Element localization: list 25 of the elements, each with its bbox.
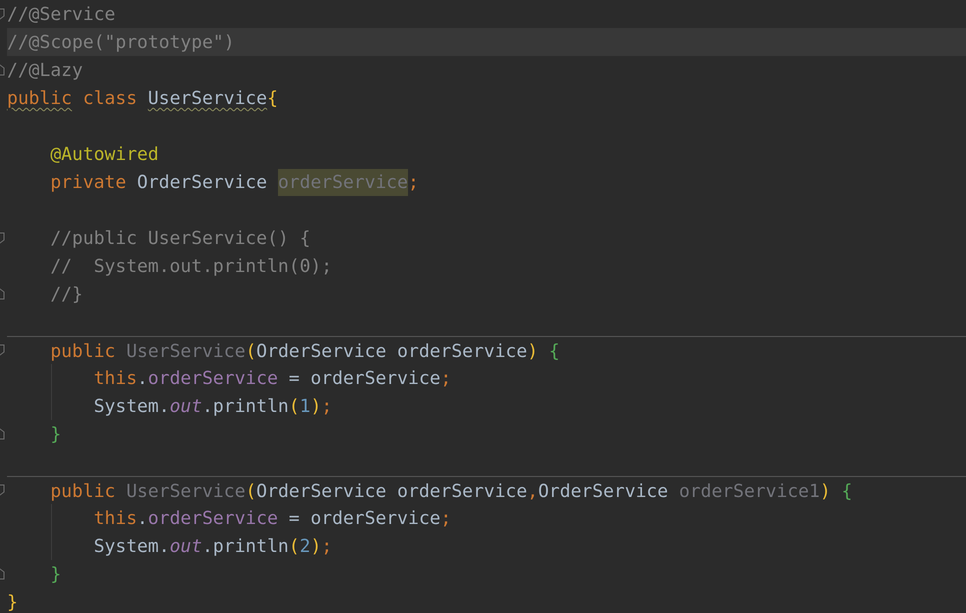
code-line: public class UserService{ [7,87,279,111]
code-line: } [49,423,62,447]
code-line: @Autowired [49,143,160,167]
fold-icon[interactable] [0,8,6,20]
fold-icon[interactable] [0,484,6,496]
code-line: this.orderService = orderService; [7,364,966,392]
fold-icon[interactable] [0,568,6,580]
code-line: public UserService(OrderService orderService,OrderService orderService1) { [7,476,966,504]
code-line: System.out.println(2); [7,532,966,560]
fold-icon[interactable] [0,232,6,244]
code-line: private OrderService orderService; [7,168,966,196]
code-line: //} [49,283,84,307]
code-line: } [49,563,62,587]
fold-icon[interactable] [0,64,6,76]
code-line: // System.out.println(0); [49,255,334,279]
code-line: System.out.println(1); [7,392,966,420]
code-line: } [7,591,19,613]
code-line: this.orderService = orderService; [7,504,966,532]
fold-icon[interactable] [0,428,6,440]
code-line: public UserService(OrderService orderService) { [7,336,966,364]
fold-icon[interactable] [0,288,6,300]
fold-icon[interactable] [0,344,6,356]
code-line: //@Lazy [7,59,84,83]
code-line: //@Service [7,3,116,27]
code-line: //public UserService() { [49,227,312,251]
